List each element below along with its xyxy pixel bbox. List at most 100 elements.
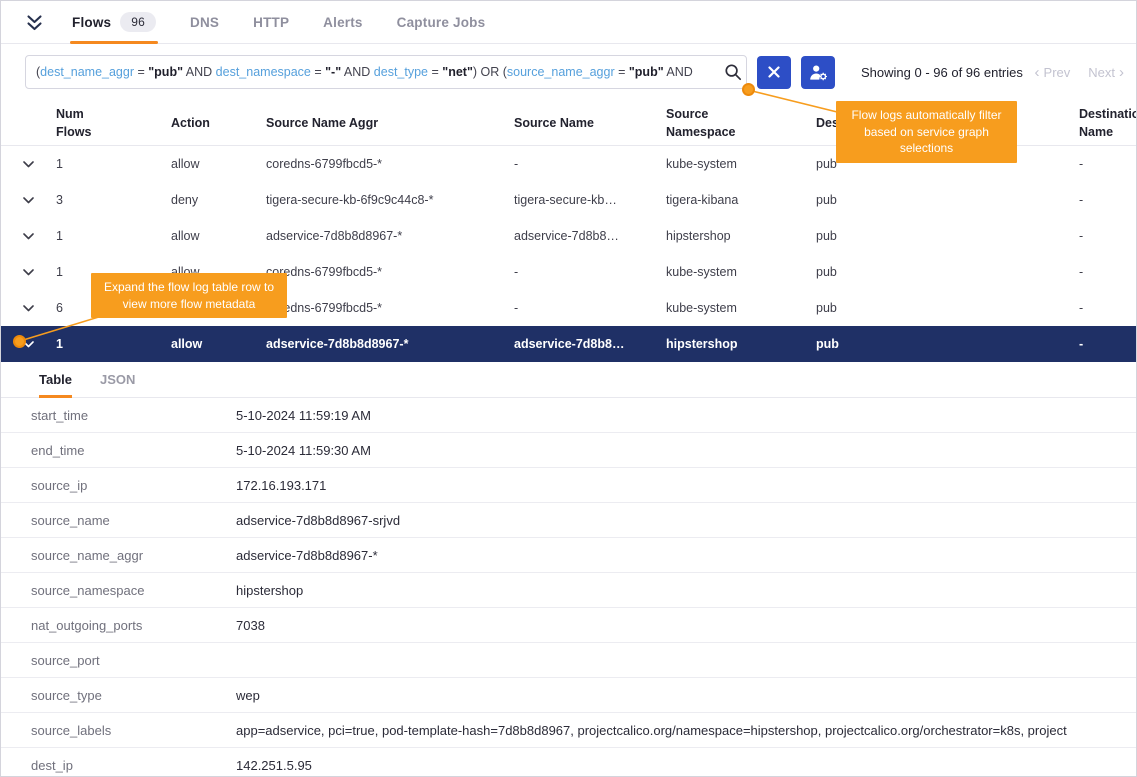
- detail-key: dest_ip: [31, 758, 236, 773]
- cell-source_name_aggr: coredns-6799fbcd5-*: [266, 157, 514, 171]
- expand-row-chevron-icon[interactable]: [23, 197, 56, 204]
- column-header: Source Name Aggr: [266, 111, 514, 137]
- prev-label: Prev: [1044, 65, 1071, 80]
- clear-filter-button[interactable]: [757, 56, 791, 89]
- cell-num: 1: [56, 157, 171, 171]
- tab-http[interactable]: HTTP: [253, 1, 289, 43]
- flow-row[interactable]: 1allowadservice-7d8b8d8967-*adservice-7d…: [1, 218, 1136, 254]
- detail-value: 142.251.5.95: [236, 758, 1136, 773]
- expand-row-chevron-icon[interactable]: [23, 341, 56, 348]
- cell-source_name_aggr: tigera-secure-kb-6f9c9c44c8-*: [266, 193, 514, 207]
- cell-source_name: -: [514, 157, 666, 171]
- tab-label: Alerts: [323, 15, 362, 30]
- column-header: Num Flows: [56, 102, 171, 145]
- cell-num: 1: [56, 229, 171, 243]
- expand-row-chevron-icon[interactable]: [23, 305, 56, 312]
- detail-row: source_typewep: [1, 678, 1136, 713]
- tab-label: Capture Jobs: [397, 15, 486, 30]
- tab-capture-jobs[interactable]: Capture Jobs: [397, 1, 486, 43]
- showing-entries-text: Showing 0 - 96 of 96 entries: [861, 65, 1023, 80]
- cell-source_namespace: tigera-kibana: [666, 193, 816, 207]
- cell-source_name_aggr: adservice-7d8b8d8967-*: [266, 337, 514, 351]
- cell-source_name_aggr: coredns-6799fbcd5-*: [266, 301, 514, 315]
- pagination: ‹ Prev Next ›: [1035, 65, 1128, 80]
- detail-key: end_time: [31, 443, 236, 458]
- expand-row-chevron-icon[interactable]: [23, 161, 56, 168]
- cell-source_name: adservice-7d8b8…: [514, 337, 666, 351]
- query-input[interactable]: (dest_name_aggr = "pub" AND dest_namespa…: [25, 55, 747, 89]
- cell-dest_name: -: [1079, 157, 1136, 171]
- clear-icon: [768, 66, 780, 78]
- detail-key: source_port: [31, 653, 236, 668]
- cell-num: 1: [56, 337, 171, 351]
- double-chevron-down-icon: [25, 14, 44, 31]
- flow-logs-panel: Flows 96 DNS HTTP Alerts Capture Jobs (dest_n…: [0, 0, 1137, 777]
- expand-row-chevron-icon[interactable]: [23, 233, 56, 240]
- detail-tabs: Table JSON: [1, 362, 1136, 398]
- cell-dest_name: -: [1079, 265, 1136, 279]
- detail-row: source_labelsapp=adservice, pci=true, po…: [1, 713, 1136, 748]
- detail-row: source_nameadservice-7d8b8d8967-srjvd: [1, 503, 1136, 538]
- cell-source_namespace: hipstershop: [666, 337, 816, 351]
- cell-source_namespace: kube-system: [666, 301, 816, 315]
- flow-table-body: 1allowcoredns-6799fbcd5-*-kube-systempub…: [1, 146, 1136, 362]
- search-icon[interactable]: [724, 63, 742, 81]
- tab-alerts[interactable]: Alerts: [323, 1, 362, 43]
- tab-dns[interactable]: DNS: [190, 1, 219, 43]
- detail-row: source_name_aggradservice-7d8b8d8967-*: [1, 538, 1136, 573]
- detail-row: dest_ip142.251.5.95: [1, 748, 1136, 777]
- flow-detail-panel: Table JSON start_time5-10-2024 11:59:19 A…: [1, 362, 1136, 777]
- detail-key: source_labels: [31, 723, 236, 738]
- filter-settings-button[interactable]: [801, 56, 835, 89]
- callout-anchor-dot-filter: [742, 83, 755, 96]
- detail-key: nat_outgoing_ports: [31, 618, 236, 633]
- detail-row: nat_outgoing_ports7038: [1, 608, 1136, 643]
- tab-bar: Flows 96 DNS HTTP Alerts Capture Jobs: [1, 1, 1136, 44]
- detail-tab-table[interactable]: Table: [39, 362, 72, 397]
- detail-row: start_time5-10-2024 11:59:19 AM: [1, 398, 1136, 433]
- callout-anchor-dot-expand: [13, 335, 26, 348]
- detail-tab-json[interactable]: JSON: [100, 362, 135, 397]
- detail-value: 7038: [236, 618, 1136, 633]
- prev-chevron-icon: ‹: [1035, 65, 1040, 80]
- callout-expand-tip: Expand the flow log table row to view mo…: [91, 273, 287, 318]
- flow-row[interactable]: 1allowadservice-7d8b8d8967-*adservice-7d…: [1, 326, 1136, 362]
- detail-value: app=adservice, pci=true, pod-template-ha…: [236, 723, 1136, 738]
- cell-source_name: tigera-secure-kb…: [514, 193, 666, 207]
- tab-label: Flows: [72, 15, 111, 30]
- next-button[interactable]: Next ›: [1088, 65, 1124, 80]
- detail-value: wep: [236, 688, 1136, 703]
- detail-value: hipstershop: [236, 583, 1136, 598]
- cell-dest_name_aggr: pub: [816, 301, 1079, 315]
- next-chevron-icon: ›: [1119, 65, 1124, 80]
- detail-row: source_namespacehipstershop: [1, 573, 1136, 608]
- cell-dest_name_aggr: pub: [816, 229, 1079, 243]
- flows-count-badge: 96: [120, 12, 156, 32]
- cell-source_namespace: hipstershop: [666, 229, 816, 243]
- query-text: (dest_name_aggr = "pub" AND dest_namespa…: [36, 65, 696, 79]
- tab-bar-items: Flows 96 DNS HTTP Alerts Capture Jobs: [72, 1, 485, 43]
- prev-button[interactable]: ‹ Prev: [1035, 65, 1071, 80]
- cell-action: allow: [171, 157, 266, 171]
- cell-action: allow: [171, 229, 266, 243]
- detail-value: 172.16.193.171: [236, 478, 1136, 493]
- cell-source_name: -: [514, 301, 666, 315]
- expand-row-chevron-icon[interactable]: [23, 269, 56, 276]
- detail-value: 5-10-2024 11:59:19 AM: [236, 408, 1136, 423]
- tab-label: DNS: [190, 15, 219, 30]
- cell-source_namespace: kube-system: [666, 265, 816, 279]
- collapse-panel-button[interactable]: [25, 14, 44, 31]
- cell-source_name_aggr: adservice-7d8b8d8967-*: [266, 229, 514, 243]
- tab-flows[interactable]: Flows 96: [72, 1, 156, 43]
- column-header: Source Name: [514, 111, 666, 137]
- next-label: Next: [1088, 65, 1115, 80]
- cell-dest_name_aggr: pub: [816, 265, 1079, 279]
- user-gear-icon: [809, 64, 828, 81]
- flow-row[interactable]: 3denytigera-secure-kb-6f9c9c44c8-*tigera…: [1, 182, 1136, 218]
- detail-key: source_ip: [31, 478, 236, 493]
- detail-key: start_time: [31, 408, 236, 423]
- cell-dest_name: -: [1079, 193, 1136, 207]
- detail-key: source_name_aggr: [31, 548, 236, 563]
- cell-dest_name: -: [1079, 229, 1136, 243]
- cell-source_name_aggr: coredns-6799fbcd5-*: [266, 265, 514, 279]
